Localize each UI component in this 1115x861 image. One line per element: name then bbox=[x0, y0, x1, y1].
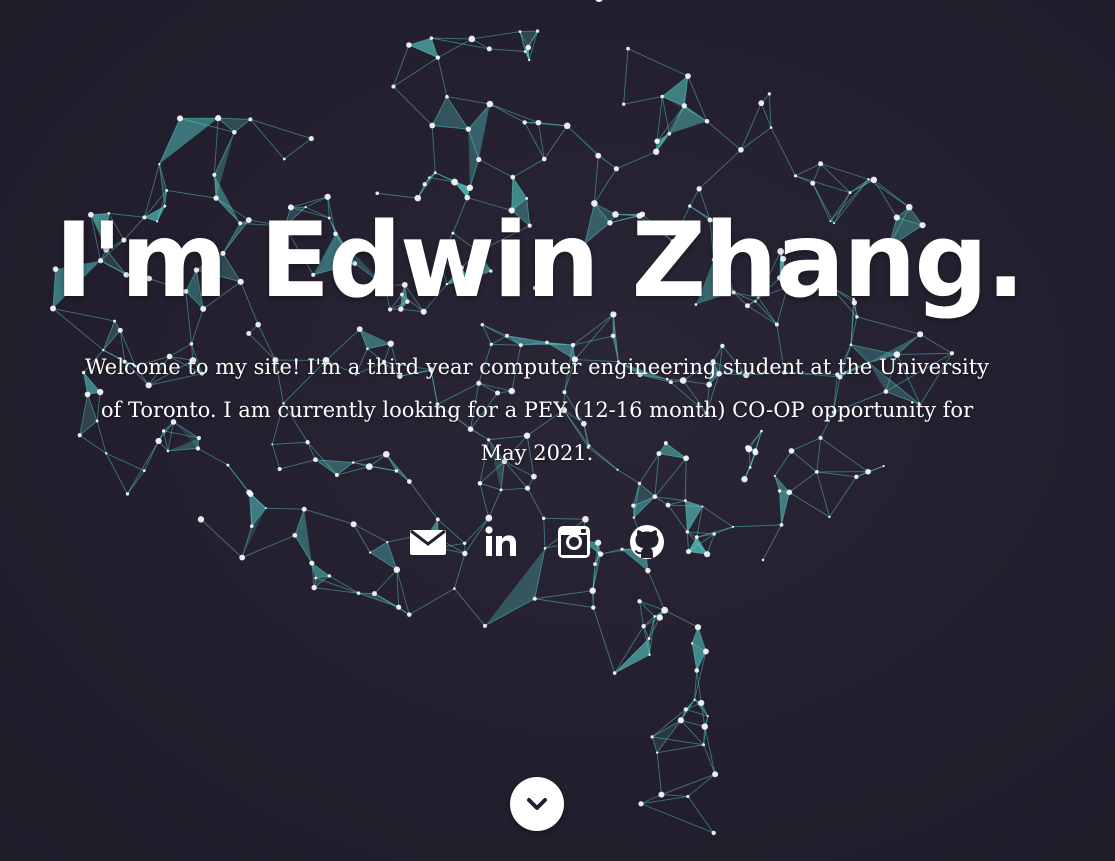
hero-headline: I'm Edwin Zhang. bbox=[54, 201, 1025, 321]
hero-section: I'm Edwin Zhang. Welcome to my site! I'm… bbox=[0, 0, 1115, 861]
linkedin-icon bbox=[485, 526, 516, 556]
envelope-icon bbox=[410, 529, 446, 555]
hero-intro-text: Welcome to my site! I'm a third year com… bbox=[84, 355, 990, 465]
email-link[interactable] bbox=[408, 522, 448, 562]
instagram-link[interactable] bbox=[554, 522, 594, 562]
social-links bbox=[408, 522, 667, 562]
github-link[interactable] bbox=[627, 522, 667, 562]
github-icon bbox=[630, 525, 664, 559]
chevron-down-icon bbox=[527, 798, 547, 810]
instagram-icon bbox=[558, 526, 590, 558]
linkedin-link[interactable] bbox=[481, 522, 521, 562]
scroll-down-button[interactable] bbox=[510, 777, 564, 831]
